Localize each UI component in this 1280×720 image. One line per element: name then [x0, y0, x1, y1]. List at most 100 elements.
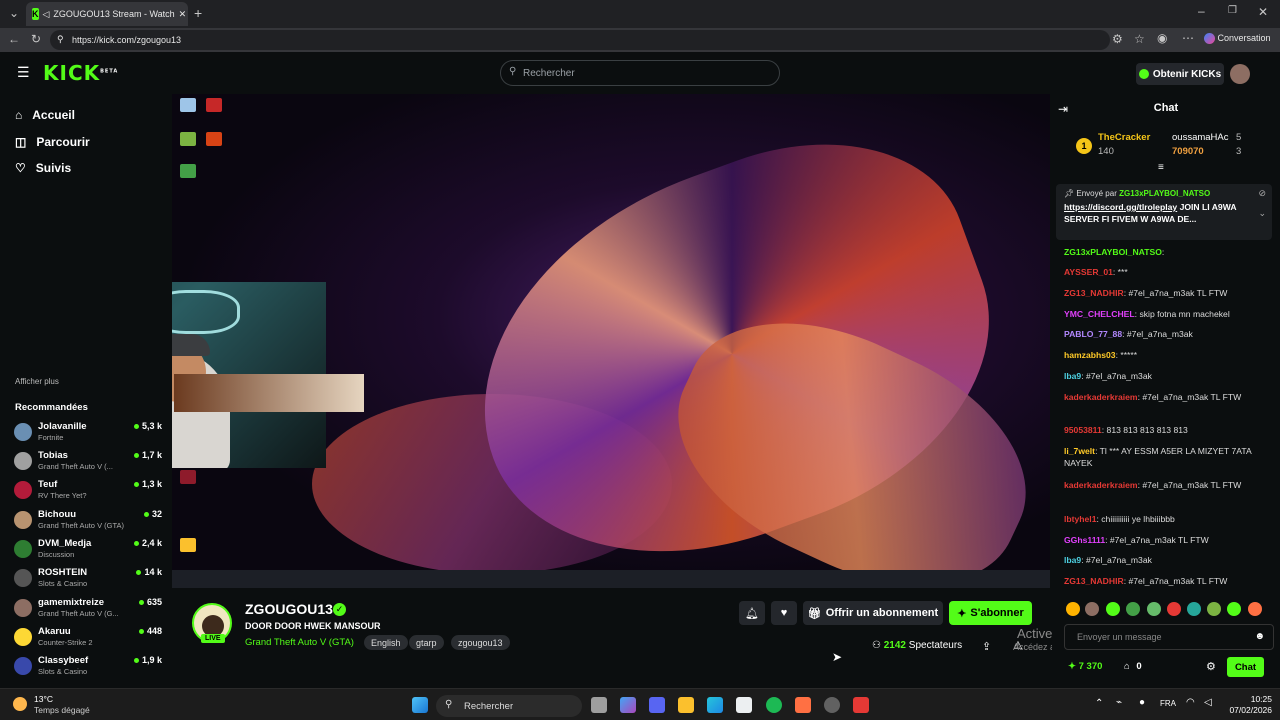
chat-username[interactable]: lba9	[1064, 555, 1081, 565]
file-explorer-icon[interactable]	[678, 697, 694, 713]
site-info-icon[interactable]: ⚲	[57, 34, 64, 45]
chat-input[interactable]: Envoyer un message ☻	[1064, 624, 1274, 650]
store-app-icon[interactable]	[736, 697, 752, 713]
tab-close-icon[interactable]: ✕	[179, 9, 187, 20]
chat-username[interactable]: GGhs1111	[1064, 535, 1105, 545]
video-player[interactable]	[172, 94, 1050, 588]
wifi-icon[interactable]: ◠	[1186, 697, 1195, 708]
chat-username[interactable]: ZG13xPLAYBOI_NATSO	[1064, 247, 1162, 257]
store-counter[interactable]: ⌂ 0	[1124, 661, 1142, 672]
recommended-channel[interactable]: ROSHTEIN Slots & Casino 14 k	[14, 567, 164, 593]
emote-icon[interactable]	[1126, 602, 1140, 616]
subscribe-button[interactable]: ✦ S'abonner	[949, 601, 1032, 625]
back-icon[interactable]: ←	[8, 32, 20, 46]
nav-browse[interactable]: ◫ Parcourir	[15, 135, 90, 149]
chat-username[interactable]: li_7welt	[1064, 446, 1095, 456]
recommended-channel[interactable]: Classybeef Slots & Casino 1,9 k	[14, 655, 164, 681]
user-avatar[interactable]	[1230, 64, 1250, 84]
recommended-channel[interactable]: Jolavanille Fortnite 5,3 k	[14, 421, 164, 447]
tag-zgougou13[interactable]: zgougou13	[451, 635, 510, 650]
unpin-icon[interactable]: ⊘	[1258, 188, 1266, 199]
kick-logo[interactable]: KICKBETA	[43, 61, 118, 85]
chat-username[interactable]: 95053811	[1064, 425, 1102, 435]
nav-home[interactable]: ⌂ Accueil	[15, 108, 75, 122]
extensions-icon[interactable]: ⚙	[1112, 32, 1123, 46]
emote-icon[interactable]	[1066, 602, 1080, 616]
emote-icon[interactable]	[1227, 602, 1241, 616]
emote-icon[interactable]	[1147, 602, 1161, 616]
expand-pinned-icon[interactable]: ⌄	[1258, 208, 1266, 219]
clock-time[interactable]: 10:25	[1226, 694, 1272, 704]
gift-sub-button[interactable]: 🎁︎ Offrir un abonnement	[803, 601, 943, 625]
favorites-icon[interactable]: ☆	[1134, 32, 1145, 46]
edge-icon[interactable]	[707, 697, 723, 713]
spotify-icon[interactable]	[766, 697, 782, 713]
microphone-icon[interactable]: ●	[1139, 697, 1145, 708]
minimize-icon[interactable]: –	[1198, 4, 1205, 18]
chat-username[interactable]: hamzabhs03	[1064, 350, 1116, 360]
share-icon[interactable]: ⇪	[982, 640, 991, 653]
task-view-icon[interactable]	[591, 697, 607, 713]
hamburger-menu-icon[interactable]: ☰	[17, 64, 30, 81]
new-tab-icon[interactable]: +	[194, 5, 202, 21]
pinned-message[interactable]: 📌︎ Envoyé par ZG13xPLAYBOI_NATSO https:/…	[1056, 184, 1272, 240]
reload-icon[interactable]: ↻	[31, 32, 41, 46]
browser-tab[interactable]: K ◁ ZGOUGOU13 Stream - Watch ✕	[26, 2, 188, 26]
get-kicks-button[interactable]: Obtenir KICKs	[1136, 63, 1224, 85]
recommended-channel[interactable]: Tobias Grand Theft Auto V (... 1,7 k	[14, 450, 164, 476]
recommended-channel[interactable]: Akaruu Counter-Strike 2 448	[14, 626, 164, 652]
emote-icon[interactable]	[1106, 602, 1120, 616]
chat-username[interactable]: lbtyhel1	[1064, 514, 1096, 524]
chat-username[interactable]: YMC_CHELCHEL	[1064, 309, 1135, 319]
weather-icon[interactable]	[13, 697, 27, 711]
copilot-app-icon[interactable]	[620, 697, 636, 713]
chat-username[interactable]: PABLO_77_88	[1064, 329, 1122, 339]
close-window-icon[interactable]: ✕	[1258, 5, 1268, 19]
clock-date[interactable]: 07/02/2026	[1226, 705, 1272, 715]
taskbar-search[interactable]: ⚲ Rechercher	[436, 695, 582, 717]
conversation-button[interactable]: Conversation	[1204, 33, 1271, 45]
network-icon[interactable]: ⌁	[1116, 697, 1122, 708]
chat-username[interactable]: kaderkaderkraiem	[1064, 392, 1138, 402]
chat-username[interactable]: lba9	[1064, 371, 1081, 381]
tag-gtarp[interactable]: gtarp	[409, 635, 444, 650]
recommended-channel[interactable]: Bichouu Grand Theft Auto V (GTA) 32	[14, 509, 164, 535]
recommended-channel[interactable]: DVM_Medja Discussion 2,4 k	[14, 538, 164, 564]
channel-points[interactable]: ✦ 7 370	[1068, 661, 1102, 672]
stream-category[interactable]: Grand Theft Auto V (GTA)	[245, 637, 354, 648]
recommended-channel[interactable]: gamemixtreize Grand Theft Auto V (G... 635	[14, 597, 164, 623]
tab-menu-icon[interactable]: ⌄	[9, 6, 19, 20]
tag-english[interactable]: English	[364, 635, 408, 650]
obs-icon[interactable]	[824, 697, 840, 713]
start-icon[interactable]	[412, 697, 428, 713]
chat-username[interactable]: kaderkaderkraiem	[1064, 480, 1138, 490]
streamer-name[interactable]: ZGOUGOU13	[245, 601, 333, 617]
profile-icon[interactable]: ◉	[1157, 31, 1167, 45]
notification-button[interactable]: 🔔︎	[739, 601, 765, 625]
show-more-link[interactable]: Afficher plus	[15, 377, 59, 386]
emote-icon[interactable]	[1207, 602, 1221, 616]
language-indicator[interactable]: FRA	[1160, 699, 1176, 708]
url-field[interactable]: ⚲ https://kick.com/zgougou13	[50, 30, 1110, 50]
app-icon[interactable]	[795, 697, 811, 713]
emote-icon[interactable]	[1248, 602, 1262, 616]
tray-chevron-icon[interactable]: ⌃	[1095, 698, 1103, 709]
chat-username[interactable]: ZG13_NADHIR	[1064, 576, 1124, 586]
pinned-link[interactable]: https://discord.gg/tlroleplay	[1064, 202, 1177, 212]
recommended-channel[interactable]: Teuf RV There Yet? 1,3 k	[14, 479, 164, 505]
emote-icon[interactable]	[1187, 602, 1201, 616]
chat-username[interactable]: ZG13_NADHIR	[1064, 288, 1124, 298]
maximize-icon[interactable]: ❐	[1228, 5, 1237, 16]
emote-icon[interactable]	[1085, 602, 1099, 616]
emote-icon[interactable]	[1167, 602, 1181, 616]
chat-settings-icon[interactable]: ⚙	[1206, 660, 1216, 673]
chat-send-button[interactable]: Chat	[1227, 657, 1264, 677]
expand-leaderboard-icon[interactable]: ≡	[1158, 162, 1164, 173]
volume-icon[interactable]: ◁	[1204, 697, 1212, 708]
search-input[interactable]: ⚲ Rechercher	[500, 60, 780, 86]
app-red-icon[interactable]	[853, 697, 869, 713]
emoji-icon[interactable]: ☻	[1254, 631, 1265, 642]
follow-button[interactable]: ♥	[771, 601, 797, 625]
discord-icon[interactable]	[649, 697, 665, 713]
nav-following[interactable]: ♡ Suivis	[15, 161, 71, 175]
